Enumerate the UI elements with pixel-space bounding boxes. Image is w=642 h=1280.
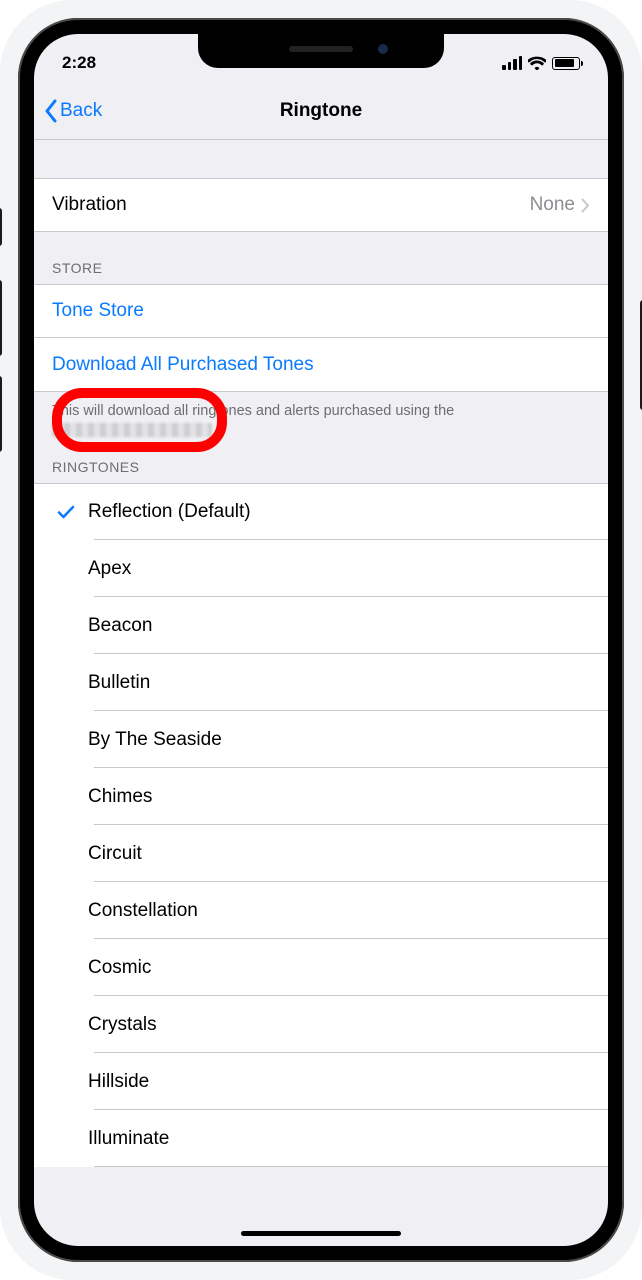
back-button[interactable]: Back bbox=[44, 99, 102, 123]
device-frame: 2:28 Back Ringtone bbox=[0, 0, 642, 1280]
content-scroll[interactable]: Vibration None STORE Tone Store Download… bbox=[34, 140, 608, 1246]
ringtone-row[interactable]: Apex bbox=[34, 540, 608, 597]
nav-bar: Back Ringtone bbox=[34, 82, 608, 140]
vibration-row[interactable]: Vibration None bbox=[34, 178, 608, 232]
volume-up-chassis bbox=[0, 280, 2, 356]
vibration-value: None bbox=[530, 194, 575, 216]
download-all-label: Download All Purchased Tones bbox=[52, 354, 314, 376]
cellular-signal-icon bbox=[502, 56, 522, 70]
ringtone-label: Cosmic bbox=[88, 957, 151, 979]
volume-down-chassis bbox=[0, 376, 2, 452]
ringtone-row[interactable]: Reflection (Default) bbox=[34, 483, 608, 540]
vibration-label: Vibration bbox=[52, 194, 127, 216]
ringtone-row[interactable]: Circuit bbox=[34, 825, 608, 882]
ringtone-row[interactable]: Cosmic bbox=[34, 939, 608, 996]
ringtone-label: Constellation bbox=[88, 900, 198, 922]
section-header-store: STORE bbox=[34, 232, 608, 284]
tone-store-row[interactable]: Tone Store bbox=[34, 284, 608, 338]
store-footer-text: This will download all ringtones and ale… bbox=[52, 403, 454, 419]
ringtone-label: Bulletin bbox=[88, 672, 150, 694]
chevron-back-icon bbox=[44, 99, 58, 123]
home-indicator bbox=[241, 1231, 401, 1236]
ringtone-label: Circuit bbox=[88, 843, 142, 865]
store-footer-redacted bbox=[52, 423, 212, 437]
ringtone-label: Reflection (Default) bbox=[88, 501, 251, 523]
download-all-row[interactable]: Download All Purchased Tones bbox=[34, 338, 608, 392]
ringtone-label: Hillside bbox=[88, 1071, 149, 1093]
ringtone-row[interactable]: Bulletin bbox=[34, 654, 608, 711]
top-spacer bbox=[34, 140, 608, 178]
ringtone-label: Apex bbox=[88, 558, 131, 580]
device-notch bbox=[198, 34, 444, 68]
ringtone-label: Chimes bbox=[88, 786, 152, 808]
battery-icon bbox=[552, 57, 580, 70]
ringtone-label: Beacon bbox=[88, 615, 152, 637]
ringtone-label: Crystals bbox=[88, 1014, 157, 1036]
ringtone-label: Illuminate bbox=[88, 1128, 169, 1150]
ringtone-row[interactable]: Crystals bbox=[34, 996, 608, 1053]
ringtones-list: Reflection (Default) Apex Beacon Bulletin By… bbox=[34, 483, 608, 1167]
ringtone-row[interactable]: Beacon bbox=[34, 597, 608, 654]
chevron-right-icon bbox=[581, 198, 590, 213]
device-bezel: 2:28 Back Ringtone bbox=[18, 18, 624, 1262]
status-time: 2:28 bbox=[62, 53, 96, 73]
screen: 2:28 Back Ringtone bbox=[34, 34, 608, 1246]
vibration-value-cluster: None bbox=[530, 194, 590, 216]
wifi-icon bbox=[528, 56, 546, 70]
mute-switch-chassis bbox=[0, 208, 2, 246]
ringtone-label: By The Seaside bbox=[88, 729, 222, 751]
store-footer: This will download all ringtones and ale… bbox=[34, 392, 608, 441]
status-right-cluster bbox=[502, 56, 580, 70]
tone-store-label: Tone Store bbox=[52, 300, 144, 322]
section-header-ringtones: RINGTONES bbox=[34, 441, 608, 483]
ringtone-row[interactable]: By The Seaside bbox=[34, 711, 608, 768]
ringtone-row[interactable]: Chimes bbox=[34, 768, 608, 825]
ringtone-row[interactable]: Hillside bbox=[34, 1053, 608, 1110]
ringtone-row[interactable]: Illuminate bbox=[34, 1110, 608, 1167]
back-label: Back bbox=[60, 100, 102, 122]
ringtone-row[interactable]: Constellation bbox=[34, 882, 608, 939]
page-title: Ringtone bbox=[34, 100, 608, 122]
checkmark-icon bbox=[52, 503, 80, 521]
